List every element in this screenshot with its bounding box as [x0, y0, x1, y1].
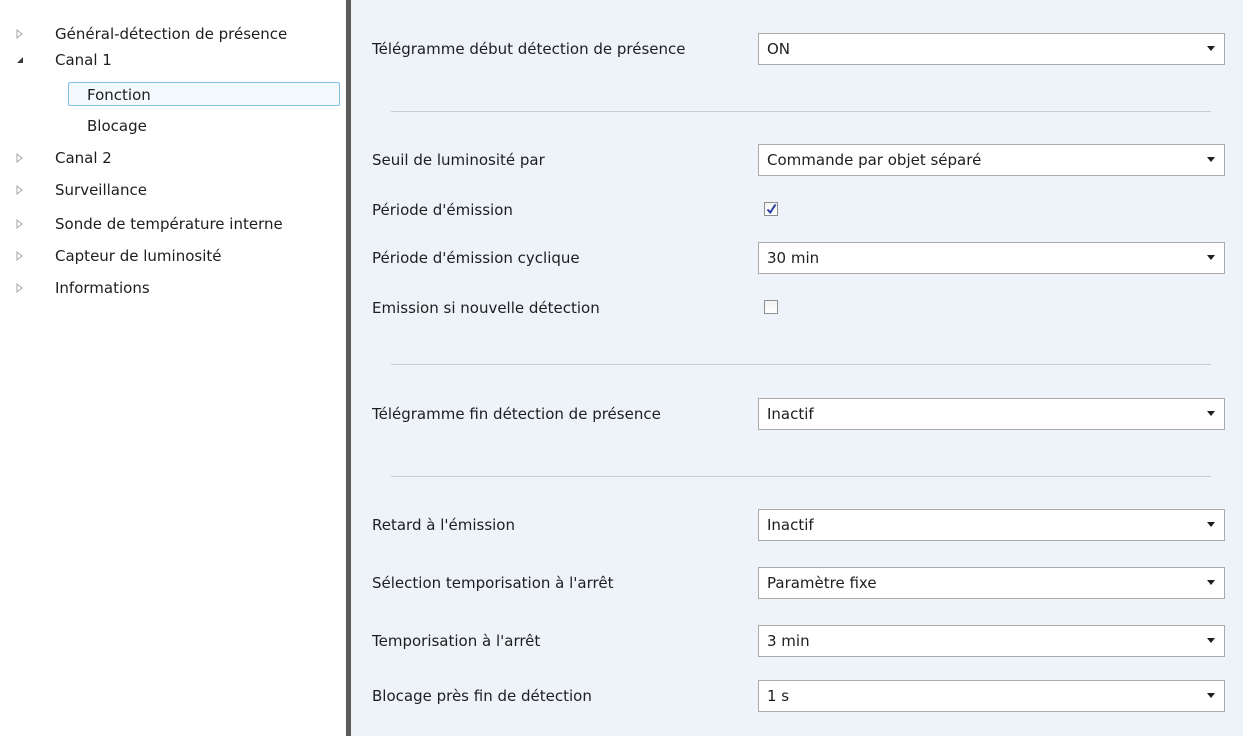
select-value: 1 s: [767, 687, 790, 705]
telegram-end-select[interactable]: Inactif: [758, 398, 1225, 430]
check-mark-icon: [766, 203, 777, 215]
param-label: Télégramme début détection de présence: [372, 40, 686, 58]
select-value: Commande par objet séparé: [767, 151, 982, 169]
chevron-down-icon: [1207, 255, 1215, 260]
param-row-cyclic-period: Période d'émission cyclique 30 min: [351, 242, 1243, 274]
parameter-tree: Général-détection de présence Canal 1 Fo…: [0, 0, 346, 736]
param-row-telegram-end: Télégramme fin détection de présence Ina…: [351, 398, 1243, 430]
param-label: Seuil de luminosité par: [372, 151, 545, 169]
chevron-down-icon: [1207, 693, 1215, 698]
tree-item-label: Surveillance: [55, 181, 147, 199]
param-row-telegram-start: Télégramme début détection de présence O…: [351, 33, 1243, 65]
expand-arrow-icon[interactable]: [16, 244, 28, 268]
tree-item-label: Fonction: [87, 86, 151, 104]
tree-item-label: Capteur de luminosité: [55, 247, 222, 265]
tree-item-surveillance[interactable]: Surveillance: [0, 178, 346, 202]
tree-item-general[interactable]: Général-détection de présence: [0, 22, 346, 46]
chevron-down-icon: [1207, 411, 1215, 416]
param-row-emission-period: Période d'émission: [351, 194, 1243, 226]
telegram-start-select[interactable]: ON: [758, 33, 1225, 65]
select-value: Paramètre fixe: [767, 574, 877, 592]
tree-item-label: Informations: [55, 279, 150, 297]
tree-item-label: Sonde de température interne: [55, 215, 283, 233]
emission-period-checkbox[interactable]: [764, 202, 778, 216]
param-row-threshold: Seuil de luminosité par Commande par obj…: [351, 144, 1243, 176]
lock-after-detection-select[interactable]: 1 s: [758, 680, 1225, 712]
section-divider: [391, 111, 1211, 112]
off-delay-selection-select[interactable]: Paramètre fixe: [758, 567, 1225, 599]
param-row-off-delay-selection: Sélection temporisation à l'arrêt Paramè…: [351, 567, 1243, 599]
param-row-send-delay: Retard à l'émission Inactif: [351, 509, 1243, 541]
param-label: Télégramme fin détection de présence: [372, 405, 661, 423]
chevron-down-icon: [1207, 46, 1215, 51]
param-label: Blocage près fin de détection: [372, 687, 592, 705]
tree-item-fonction[interactable]: Fonction: [68, 82, 340, 106]
param-label: Sélection temporisation à l'arrêt: [372, 574, 614, 592]
param-row-lock-after-detection: Blocage près fin de détection 1 s: [351, 680, 1243, 712]
parameter-panel: Télégramme début détection de présence O…: [351, 0, 1243, 736]
tree-item-capteur-luminosite[interactable]: Capteur de luminosité: [0, 244, 346, 268]
cyclic-period-select[interactable]: 30 min: [758, 242, 1225, 274]
collapse-arrow-icon[interactable]: [16, 48, 28, 72]
select-value: Inactif: [767, 405, 814, 423]
param-label: Retard à l'émission: [372, 516, 515, 534]
tree-item-informations[interactable]: Informations: [0, 276, 346, 300]
off-delay-select[interactable]: 3 min: [758, 625, 1225, 657]
tree-item-sonde-temperature[interactable]: Sonde de température interne: [0, 212, 346, 236]
param-label: Emission si nouvelle détection: [372, 299, 600, 317]
expand-arrow-icon[interactable]: [16, 146, 28, 170]
expand-arrow-icon[interactable]: [16, 276, 28, 300]
expand-arrow-icon[interactable]: [16, 178, 28, 202]
param-label: Période d'émission cyclique: [372, 249, 580, 267]
param-label: Temporisation à l'arrêt: [372, 632, 541, 650]
expand-arrow-icon[interactable]: [16, 22, 28, 46]
emission-new-detection-checkbox[interactable]: [764, 300, 778, 314]
send-delay-select[interactable]: Inactif: [758, 509, 1225, 541]
chevron-down-icon: [1207, 157, 1215, 162]
threshold-select[interactable]: Commande par objet séparé: [758, 144, 1225, 176]
section-divider: [391, 364, 1211, 365]
select-value: ON: [767, 40, 791, 58]
chevron-down-icon: [1207, 522, 1215, 527]
param-row-off-delay: Temporisation à l'arrêt 3 min: [351, 625, 1243, 657]
tree-item-label: Général-détection de présence: [55, 25, 288, 43]
tree-item-label: Blocage: [87, 117, 147, 135]
section-divider: [391, 476, 1211, 477]
tree-item-label: Canal 1: [55, 51, 112, 69]
app-window: Général-détection de présence Canal 1 Fo…: [0, 0, 1243, 736]
tree-item-label: Canal 2: [55, 149, 112, 167]
tree-item-blocage[interactable]: Blocage: [0, 114, 346, 138]
chevron-down-icon: [1207, 580, 1215, 585]
chevron-down-icon: [1207, 638, 1215, 643]
expand-arrow-icon[interactable]: [16, 212, 28, 236]
select-value: 30 min: [767, 249, 820, 267]
tree-item-canal-1[interactable]: Canal 1: [0, 48, 346, 72]
param-label: Période d'émission: [372, 201, 513, 219]
param-row-emission-new-detection: Emission si nouvelle détection: [351, 292, 1243, 324]
select-value: 3 min: [767, 632, 810, 650]
select-value: Inactif: [767, 516, 814, 534]
tree-item-canal-2[interactable]: Canal 2: [0, 146, 346, 170]
